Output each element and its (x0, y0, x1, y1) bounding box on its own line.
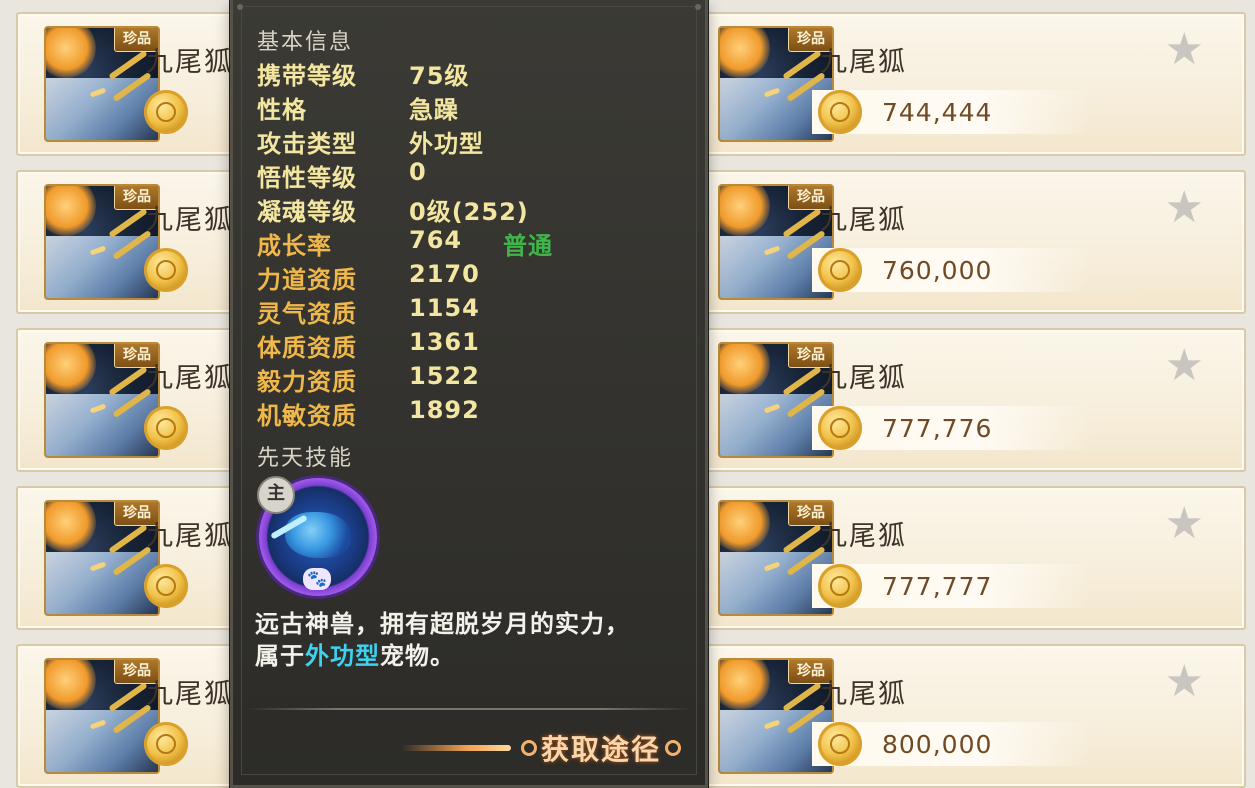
stat-value: 1522 (409, 362, 480, 390)
stat-label: 体质资质 (257, 334, 357, 362)
pet-portrait: 珍品 (44, 342, 160, 458)
stat-value: 急躁 (409, 96, 459, 124)
stat-label: 性格 (257, 96, 307, 124)
stat-label: 悟性等级 (257, 164, 357, 192)
star-icon[interactable]: ★ (1165, 28, 1204, 72)
coin-icon (144, 406, 188, 450)
stat-value: 2170 (409, 260, 480, 288)
star-icon[interactable]: ★ (1165, 660, 1204, 704)
stat-label: 毅力资质 (257, 368, 357, 396)
stat-label: 灵气资质 (257, 300, 357, 328)
listing-card[interactable]: 珍品 九尾狐 777,776 ★ (690, 328, 1246, 472)
coin-icon (818, 564, 862, 608)
coin-icon (818, 248, 862, 292)
swirl-decoration (400, 745, 511, 751)
listing-card[interactable]: 珍品 九尾狐 744,444 ★ (690, 12, 1246, 156)
obtain-method-label: 获取途径 (540, 733, 661, 766)
coin-icon (144, 248, 188, 292)
price: 800,000 (882, 730, 993, 759)
desc-text: 属于 (255, 642, 305, 670)
divider (247, 708, 691, 710)
stat-label: 凝魂等级 (257, 198, 357, 226)
ring-icon (520, 740, 537, 756)
stat-value: 764 (409, 226, 463, 254)
stat-value: 75级 (409, 62, 470, 90)
price: 744,444 (882, 98, 993, 127)
stat-label: 力道资质 (257, 266, 357, 294)
star-icon[interactable]: ★ (1165, 502, 1204, 546)
stat-value: 0 (409, 158, 427, 186)
pet-portrait: 珍品 (44, 184, 160, 300)
stat-value: 0级(252) (409, 198, 529, 226)
pet-name: 九尾狐 (820, 47, 907, 78)
pet-description: 远古神兽，拥有超脱岁月的实力， 属于外功型宠物。 (255, 608, 695, 672)
pet-name: 九尾狐 (146, 679, 233, 710)
stat-label: 成长率 (257, 232, 332, 260)
coin-icon (144, 564, 188, 608)
coin-icon (144, 722, 188, 766)
price: 777,776 (882, 414, 993, 443)
pet-name: 九尾狐 (146, 205, 233, 236)
obtain-method-button[interactable]: 获取途径 (400, 724, 685, 772)
stat-label: 携带等级 (257, 62, 357, 90)
quality-label: 普通 (503, 232, 553, 260)
star-icon[interactable]: ★ (1165, 344, 1204, 388)
pet-name: 九尾狐 (820, 363, 907, 394)
stat-value: 1154 (409, 294, 480, 322)
basic-info-title: 基本信息 (257, 30, 354, 55)
innate-skill-title: 先天技能 (257, 446, 354, 471)
paw-icon: 🐾 (303, 568, 331, 590)
coin-icon (818, 90, 862, 134)
desc-text: 宠物。 (380, 642, 455, 670)
stat-label: 攻击类型 (257, 130, 357, 158)
price: 777,777 (882, 572, 993, 601)
pet-name: 九尾狐 (146, 521, 233, 552)
coin-icon (144, 90, 188, 134)
pet-name: 九尾狐 (146, 363, 233, 394)
stat-label: 机敏资质 (257, 402, 357, 430)
stat-value: 1892 (409, 396, 480, 424)
pet-portrait: 珍品 (44, 26, 160, 142)
coin-icon (818, 722, 862, 766)
stat-value: 1361 (409, 328, 480, 356)
star-icon[interactable]: ★ (1165, 186, 1204, 230)
main-skill-tag: 主 (257, 476, 295, 514)
ring-icon (665, 740, 681, 756)
listing-card[interactable]: 珍品 九尾狐 760,000 ★ (690, 170, 1246, 314)
stat-value: 外功型 (409, 130, 484, 158)
desc-text: 远古神兽，拥有超脱岁月的实力， (255, 610, 630, 638)
skill-icon[interactable]: 主 🐾 (257, 476, 377, 596)
listing-card[interactable]: 珍品 九尾狐 777,777 ★ (690, 486, 1246, 630)
price: 760,000 (882, 256, 993, 285)
pet-name: 九尾狐 (820, 205, 907, 236)
pet-name: 九尾狐 (146, 47, 233, 78)
listing-card[interactable]: 珍品 九尾狐 800,000 ★ (690, 644, 1246, 788)
pet-name: 九尾狐 (820, 679, 907, 710)
pet-portrait: 珍品 (44, 500, 160, 616)
pet-info-tooltip: 基本信息 携带等级 75级 性格 急躁 攻击类型 外功型 悟性等级 0 凝魂等级… (230, 0, 708, 788)
desc-highlight: 外功型 (305, 642, 380, 670)
coin-icon (818, 406, 862, 450)
pet-portrait: 珍品 (44, 658, 160, 774)
pet-name: 九尾狐 (820, 521, 907, 552)
